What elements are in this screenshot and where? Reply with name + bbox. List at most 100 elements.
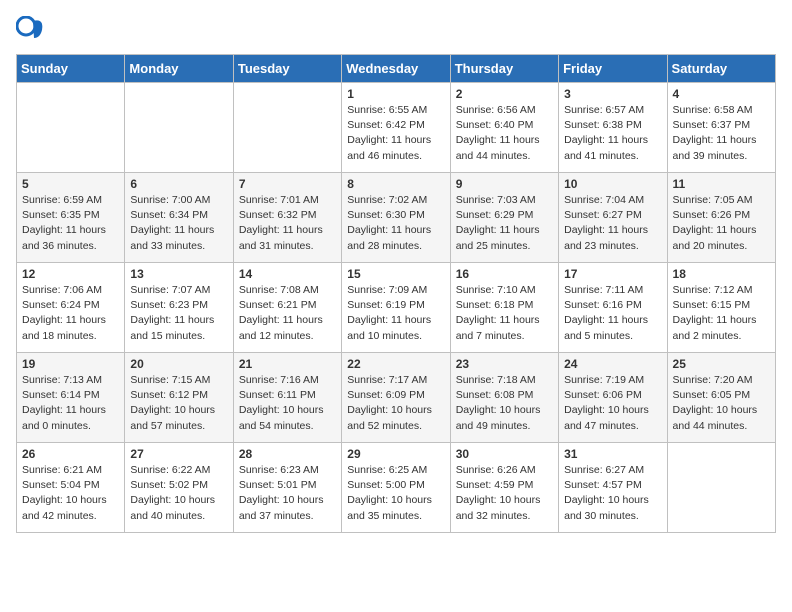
calendar-cell: 21 Sunrise: 7:16 AMSunset: 6:11 PMDayligh… [233,353,341,443]
calendar-cell: 11 Sunrise: 7:05 AMSunset: 6:26 PMDayligh… [667,173,775,263]
day-number: 19 [22,357,119,371]
calendar-cell: 6 Sunrise: 7:00 AMSunset: 6:34 PMDaylight… [125,173,233,263]
calendar-cell: 26 Sunrise: 6:21 AMSunset: 5:04 PMDayligh… [17,443,125,533]
calendar-cell: 4Sunrise: 6:58 AMSunset: 6:37 PMDaylight… [667,83,775,173]
calendar-cell: 13Sunrise: 7:07 AMSunset: 6:23 PMDayligh… [125,263,233,353]
header-day-saturday: Saturday [667,55,775,83]
day-number: 6 [130,177,227,191]
day-content: Sunrise: 7:08 AMSunset: 6:21 PMDaylight:… [239,283,336,344]
day-content: Sunrise: 7:18 AMSunset: 6:08 PMDaylight:… [456,373,553,434]
header-day-friday: Friday [559,55,667,83]
day-content: Sunrise: 6:58 AMSunset: 6:37 PMDaylight:… [673,103,770,164]
calendar-cell: 15 Sunrise: 7:09 AMSunset: 6:19 PMDayligh… [342,263,450,353]
day-content: Sunrise: 7:16 AMSunset: 6:11 PMDaylight:… [239,373,336,434]
day-content: Sunrise: 6:59 AMSunset: 6:35 PMDaylight:… [22,193,119,254]
header-day-monday: Monday [125,55,233,83]
day-content: Sunrise: 6:55 AMSunset: 6:42 PMDaylight:… [347,103,444,164]
header-row: SundayMondayTuesdayWednesdayThursdayFrid… [17,55,776,83]
day-number: 25 [673,357,770,371]
day-number: 24 [564,357,661,371]
header-day-tuesday: Tuesday [233,55,341,83]
calendar-cell: 25Sunrise: 7:20 AMSunset: 6:05 PMDayligh… [667,353,775,443]
day-content: Sunrise: 7:05 AMSunset: 6:26 PMDaylight:… [673,193,770,254]
calendar-week-5: 26 Sunrise: 6:21 AMSunset: 5:04 PMDayligh… [17,443,776,533]
day-content: Sunrise: 7:13 AMSunset: 6:14 PMDaylight:… [22,373,119,434]
day-number: 7 [239,177,336,191]
day-number: 3 [564,87,661,101]
day-content: Sunrise: 6:57 AMSunset: 6:38 PMDaylight:… [564,103,661,164]
calendar-cell: 3 Sunrise: 6:57 AMSunset: 6:38 PMDaylight… [559,83,667,173]
logo [16,16,48,44]
calendar-cell: 22 Sunrise: 7:17 AMSunset: 6:09 PMDayligh… [342,353,450,443]
day-number: 2 [456,87,553,101]
header-day-sunday: Sunday [17,55,125,83]
day-content: Sunrise: 7:17 AMSunset: 6:09 PMDaylight:… [347,373,444,434]
page-header [16,16,776,44]
day-content: Sunrise: 7:09 AMSunset: 6:19 PMDaylight:… [347,283,444,344]
calendar-week-1: 1 Sunrise: 6:55 AMSunset: 6:42 PMDaylight… [17,83,776,173]
calendar-cell: 18 Sunrise: 7:12 AMSunset: 6:15 PMDayligh… [667,263,775,353]
day-content: Sunrise: 7:06 AMSunset: 6:24 PMDaylight:… [22,283,119,344]
day-content: Sunrise: 7:01 AMSunset: 6:32 PMDaylight:… [239,193,336,254]
calendar-cell: 7 Sunrise: 7:01 AMSunset: 6:32 PMDaylight… [233,173,341,263]
day-number: 13 [130,267,227,281]
calendar-cell: 29Sunrise: 6:25 AMSunset: 5:00 PMDayligh… [342,443,450,533]
calendar-cell: 1 Sunrise: 6:55 AMSunset: 6:42 PMDaylight… [342,83,450,173]
calendar-cell: 8 Sunrise: 7:02 AMSunset: 6:30 PMDaylight… [342,173,450,263]
day-number: 18 [673,267,770,281]
day-number: 8 [347,177,444,191]
calendar-cell: 23Sunrise: 7:18 AMSunset: 6:08 PMDayligh… [450,353,558,443]
day-number: 30 [456,447,553,461]
calendar-week-3: 12 Sunrise: 7:06 AMSunset: 6:24 PMDayligh… [17,263,776,353]
calendar-cell [125,83,233,173]
day-number: 20 [130,357,227,371]
day-content: Sunrise: 7:15 AMSunset: 6:12 PMDaylight:… [130,373,227,434]
day-content: Sunrise: 7:12 AMSunset: 6:15 PMDaylight:… [673,283,770,344]
day-number: 5 [22,177,119,191]
calendar-cell [667,443,775,533]
day-number: 28 [239,447,336,461]
calendar-cell [17,83,125,173]
calendar-week-2: 5 Sunrise: 6:59 AMSunset: 6:35 PMDaylight… [17,173,776,263]
day-number: 22 [347,357,444,371]
calendar-week-4: 19 Sunrise: 7:13 AMSunset: 6:14 PMDayligh… [17,353,776,443]
day-number: 9 [456,177,553,191]
calendar-cell: 24 Sunrise: 7:19 AMSunset: 6:06 PMDayligh… [559,353,667,443]
day-content: Sunrise: 7:03 AMSunset: 6:29 PMDaylight:… [456,193,553,254]
header-day-thursday: Thursday [450,55,558,83]
day-number: 11 [673,177,770,191]
calendar-cell: 30 Sunrise: 6:26 AMSunset: 4:59 PMDayligh… [450,443,558,533]
day-number: 31 [564,447,661,461]
day-content: Sunrise: 7:11 AMSunset: 6:16 PMDaylight:… [564,283,661,344]
calendar-cell: 19 Sunrise: 7:13 AMSunset: 6:14 PMDayligh… [17,353,125,443]
day-number: 14 [239,267,336,281]
day-content: Sunrise: 7:00 AMSunset: 6:34 PMDaylight:… [130,193,227,254]
day-number: 21 [239,357,336,371]
calendar-cell: 2Sunrise: 6:56 AMSunset: 6:40 PMDaylight… [450,83,558,173]
calendar-cell: 14 Sunrise: 7:08 AMSunset: 6:21 PMDayligh… [233,263,341,353]
day-number: 27 [130,447,227,461]
calendar-cell: 20 Sunrise: 7:15 AMSunset: 6:12 PMDayligh… [125,353,233,443]
day-number: 26 [22,447,119,461]
calendar-cell [233,83,341,173]
logo-icon [16,16,44,44]
calendar-cell: 5 Sunrise: 6:59 AMSunset: 6:35 PMDaylight… [17,173,125,263]
day-number: 1 [347,87,444,101]
day-content: Sunrise: 6:26 AMSunset: 4:59 PMDaylight:… [456,463,553,524]
day-number: 16 [456,267,553,281]
calendar-cell: 16Sunrise: 7:10 AMSunset: 6:18 PMDayligh… [450,263,558,353]
calendar-table: SundayMondayTuesdayWednesdayThursdayFrid… [16,54,776,533]
calendar-cell: 9 Sunrise: 7:03 AMSunset: 6:29 PMDaylight… [450,173,558,263]
day-content: Sunrise: 7:02 AMSunset: 6:30 PMDaylight:… [347,193,444,254]
day-content: Sunrise: 6:21 AMSunset: 5:04 PMDaylight:… [22,463,119,524]
calendar-cell: 12 Sunrise: 7:06 AMSunset: 6:24 PMDayligh… [17,263,125,353]
day-content: Sunrise: 7:19 AMSunset: 6:06 PMDaylight:… [564,373,661,434]
day-number: 17 [564,267,661,281]
day-number: 12 [22,267,119,281]
day-number: 15 [347,267,444,281]
calendar-cell: 17 Sunrise: 7:11 AMSunset: 6:16 PMDayligh… [559,263,667,353]
day-content: Sunrise: 6:27 AMSunset: 4:57 PMDaylight:… [564,463,661,524]
day-number: 10 [564,177,661,191]
header-day-wednesday: Wednesday [342,55,450,83]
calendar-cell: 28Sunrise: 6:23 AMSunset: 5:01 PMDayligh… [233,443,341,533]
